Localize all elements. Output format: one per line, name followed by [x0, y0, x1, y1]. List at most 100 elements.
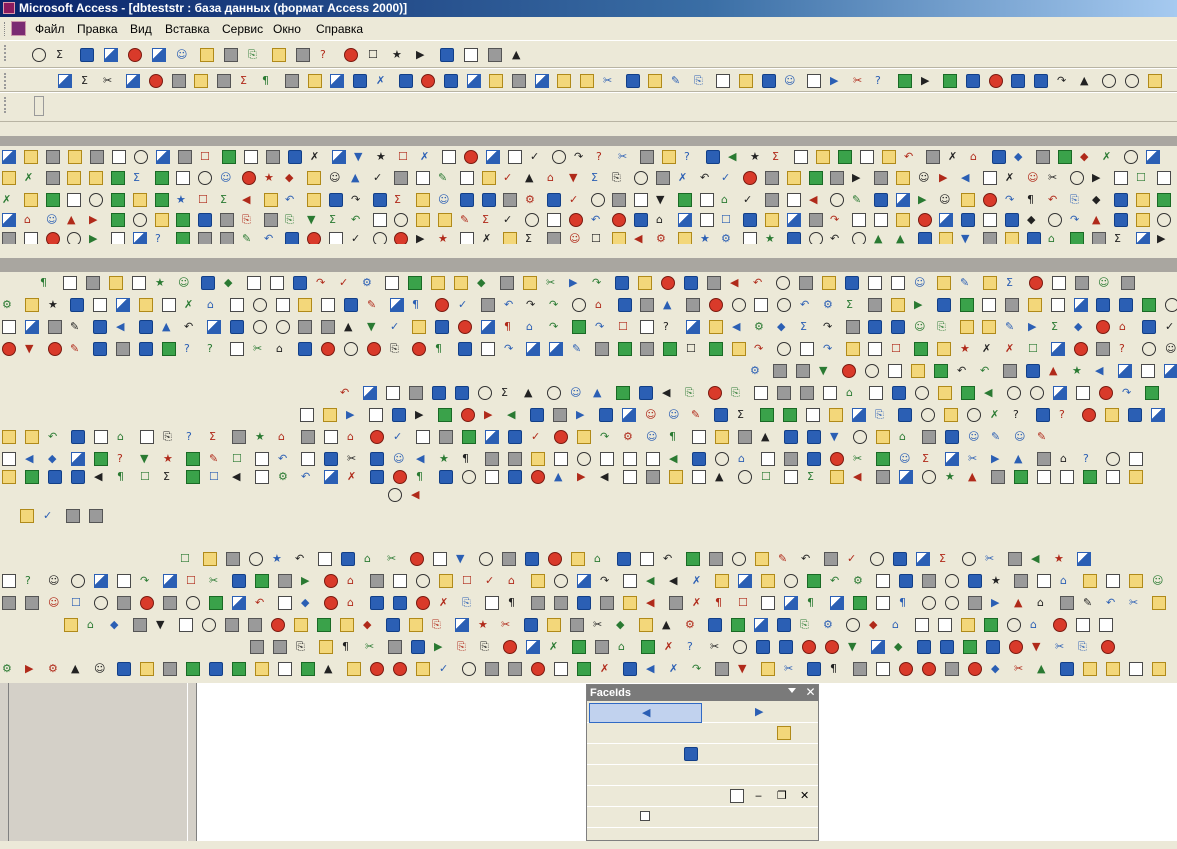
toolbar-button-icon[interactable]: [922, 596, 936, 610]
toolbar-button-icon[interactable]: ▼: [1032, 640, 1040, 654]
toolbar-button-icon[interactable]: [324, 574, 338, 588]
toolbar-button-icon[interactable]: [535, 74, 549, 88]
toolbar-button-icon[interactable]: [394, 213, 408, 227]
toolbar-button-icon[interactable]: ▶: [921, 74, 929, 88]
toolbar-button-icon[interactable]: [876, 596, 890, 610]
toolbar-button-icon[interactable]: ⌂: [892, 618, 899, 632]
toolbar-button-icon[interactable]: [899, 574, 913, 588]
toolbar-button-icon[interactable]: [133, 618, 147, 632]
toolbar-button-icon[interactable]: [807, 662, 821, 676]
toolbar-button-icon[interactable]: ☐: [686, 342, 696, 356]
toolbar-button-icon[interactable]: [186, 470, 200, 484]
toolbar-button-icon[interactable]: [871, 640, 885, 654]
toolbar-button-icon[interactable]: ¶: [40, 276, 47, 290]
toolbar-button-icon[interactable]: [433, 552, 447, 566]
toolbar-button-icon[interactable]: [90, 150, 104, 164]
toolbar-button-icon[interactable]: ?: [25, 574, 31, 588]
toolbar-button-icon[interactable]: ▼: [738, 662, 746, 676]
toolbar-button-icon[interactable]: [784, 470, 798, 484]
toolbar-button-icon[interactable]: ★: [255, 430, 265, 444]
toolbar-button-icon[interactable]: [388, 488, 402, 502]
toolbar-button-icon[interactable]: ¶: [669, 430, 676, 444]
toolbar-button-icon[interactable]: ▼: [156, 618, 164, 632]
toolbar-button-icon[interactable]: [163, 574, 177, 588]
toolbar-button-icon[interactable]: ◀: [242, 193, 250, 207]
toolbar-button-icon[interactable]: ☐: [398, 150, 408, 164]
toolbar-button-icon[interactable]: [761, 574, 775, 588]
toolbar-button-icon[interactable]: ◆: [224, 276, 232, 290]
toolbar-button-icon[interactable]: ⌂: [594, 552, 601, 566]
toolbar-button-icon[interactable]: Σ: [501, 386, 508, 400]
toolbar-button-icon[interactable]: ¶: [508, 596, 515, 610]
toolbar-button-icon[interactable]: [1152, 662, 1166, 676]
toolbar-button-icon[interactable]: ◆: [991, 662, 999, 676]
toolbar-button-icon[interactable]: [373, 193, 387, 207]
toolbar-button-icon[interactable]: [111, 232, 125, 244]
toolbar-button-icon[interactable]: [547, 618, 561, 632]
toolbar-button-icon[interactable]: [198, 232, 212, 244]
toolbar-button-icon[interactable]: ☐: [1028, 342, 1038, 356]
toolbar-button-icon[interactable]: [255, 470, 269, 484]
toolbar-button-icon[interactable]: ⚙: [721, 232, 731, 244]
toolbar-button-icon[interactable]: [203, 552, 217, 566]
toolbar-button-icon[interactable]: [155, 193, 169, 207]
toolbar-button-icon[interactable]: [48, 470, 62, 484]
toolbar-button-icon[interactable]: ★: [272, 552, 282, 566]
toolbar-button-icon[interactable]: [464, 150, 478, 164]
toolbar-button-icon[interactable]: [874, 193, 888, 207]
toolbar-button-icon[interactable]: [1106, 452, 1120, 466]
toolbar-button-icon[interactable]: ✓: [390, 320, 399, 334]
toolbar-button-icon[interactable]: [230, 342, 244, 356]
toolbar-button-icon[interactable]: ✎: [691, 408, 700, 422]
toolbar-button-icon[interactable]: [755, 552, 769, 566]
toolbar-button-icon[interactable]: [24, 150, 38, 164]
toolbar-button-icon[interactable]: ?: [684, 150, 690, 164]
toolbar-button-icon[interactable]: ✓: [569, 193, 578, 207]
toolbar-button-icon[interactable]: ¶: [435, 342, 442, 356]
toolbar-button-icon[interactable]: [612, 232, 626, 244]
toolbar-button-icon[interactable]: ☺: [329, 171, 340, 185]
toolbar-button-icon[interactable]: ?: [663, 320, 669, 334]
toolbar-button-icon[interactable]: [24, 232, 38, 244]
toolbar-button-icon[interactable]: [276, 298, 290, 312]
help-search-icon[interactable]: [684, 747, 698, 761]
toolbar-button-icon[interactable]: Σ: [394, 193, 401, 207]
toolbar-button-icon[interactable]: [186, 596, 200, 610]
toolbar-button-icon[interactable]: ⌂: [347, 574, 354, 588]
toolbar-button-icon[interactable]: ★: [960, 342, 970, 356]
toolbar-button-icon[interactable]: [486, 150, 500, 164]
toolbar-button-icon[interactable]: [787, 213, 801, 227]
toolbar-button-icon[interactable]: [296, 48, 310, 62]
toolbar-button-icon[interactable]: [874, 213, 888, 227]
toolbar-button-icon[interactable]: ↶: [295, 552, 304, 566]
toolbar-button-icon[interactable]: ✂: [593, 618, 602, 632]
toolbar-button-icon[interactable]: [983, 276, 997, 290]
toolbar-button-icon[interactable]: ⎘: [1070, 193, 1079, 207]
toolbar-button-icon[interactable]: ▲: [968, 470, 976, 484]
toolbar-button-icon[interactable]: [577, 574, 591, 588]
toolbar-button-icon[interactable]: [133, 232, 147, 244]
toolbar-button-icon[interactable]: [502, 552, 516, 566]
toolbar-button-icon[interactable]: ⎘: [432, 618, 441, 632]
toolbar-button-icon[interactable]: [478, 386, 492, 400]
toolbar-button-icon[interactable]: [1114, 213, 1128, 227]
toolbar-button-icon[interactable]: ↷: [592, 276, 601, 290]
toolbar-button-icon[interactable]: [569, 213, 583, 227]
toolbar-button-icon[interactable]: Σ: [220, 193, 227, 207]
toolbar-button-icon[interactable]: [716, 74, 730, 88]
toolbar-grip[interactable]: [4, 45, 9, 61]
toolbar-button-icon[interactable]: ✂: [347, 452, 356, 466]
toolbar-button-icon[interactable]: ↶: [753, 276, 762, 290]
toolbar-button-icon[interactable]: ✓: [503, 213, 512, 227]
toolbar-button-icon[interactable]: [89, 509, 103, 523]
toolbar-button-icon[interactable]: [71, 430, 85, 444]
toolbar-button-icon[interactable]: [458, 342, 472, 356]
toolbar-button-icon[interactable]: Σ: [1114, 232, 1121, 244]
toolbar-button-icon[interactable]: [891, 298, 905, 312]
toolbar-button-icon[interactable]: ?: [1083, 452, 1089, 466]
toolbar-button-icon[interactable]: Σ: [56, 48, 63, 62]
toolbar-button-icon[interactable]: [1070, 171, 1084, 185]
toolbar-button-icon[interactable]: ✗: [600, 662, 609, 676]
toolbar-button-icon[interactable]: [332, 150, 346, 164]
toolbar-button-icon[interactable]: [1070, 232, 1084, 244]
